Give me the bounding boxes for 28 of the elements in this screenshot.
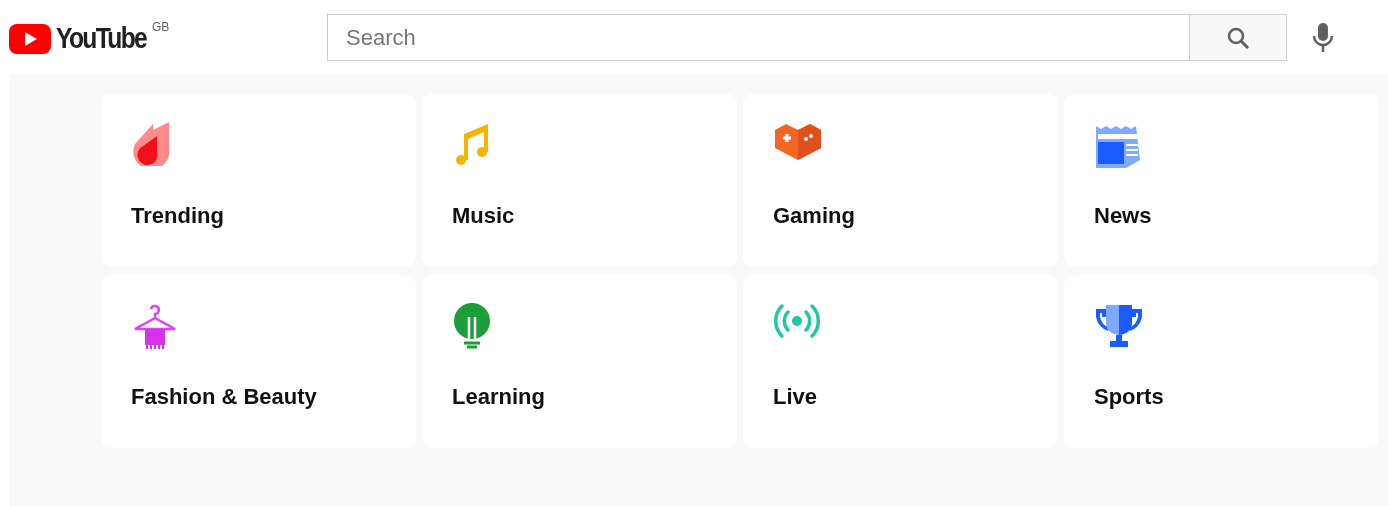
- category-label: Gaming: [773, 202, 855, 230]
- lightbulb-icon: [452, 303, 492, 349]
- category-card[interactable]: Live: [743, 275, 1058, 448]
- category-card[interactable]: Gaming: [743, 94, 1058, 267]
- category-label: Learning: [452, 383, 545, 411]
- microphone-icon[interactable]: [1312, 22, 1334, 53]
- logo-text[interactable]: YouTube: [56, 17, 147, 58]
- category-card[interactable]: News: [1064, 94, 1379, 267]
- category-card[interactable]: Fashion & Beauty: [101, 275, 416, 448]
- category-card[interactable]: Music: [422, 94, 737, 267]
- play-logo-icon: [9, 23, 51, 54]
- trophy-icon: [1094, 303, 1144, 349]
- category-card[interactable]: Sports: [1064, 275, 1379, 448]
- category-label: Fashion & Beauty: [131, 383, 317, 411]
- category-card[interactable]: Learning: [422, 275, 737, 448]
- flame-icon: [131, 122, 171, 166]
- region-code: GB: [151, 18, 170, 36]
- category-label: Sports: [1094, 383, 1164, 411]
- broadcast-icon: [773, 303, 821, 339]
- category-label: Music: [452, 202, 515, 230]
- category-label: Live: [773, 383, 818, 411]
- search-icon: [1226, 25, 1250, 50]
- game-controller-icon: [773, 122, 823, 162]
- search-button[interactable]: [1190, 14, 1287, 61]
- category-label: News: [1094, 202, 1152, 230]
- category-label: Trending: [131, 202, 224, 230]
- search-field[interactable]: Search: [327, 14, 1190, 61]
- category-card[interactable]: Trending: [101, 94, 416, 267]
